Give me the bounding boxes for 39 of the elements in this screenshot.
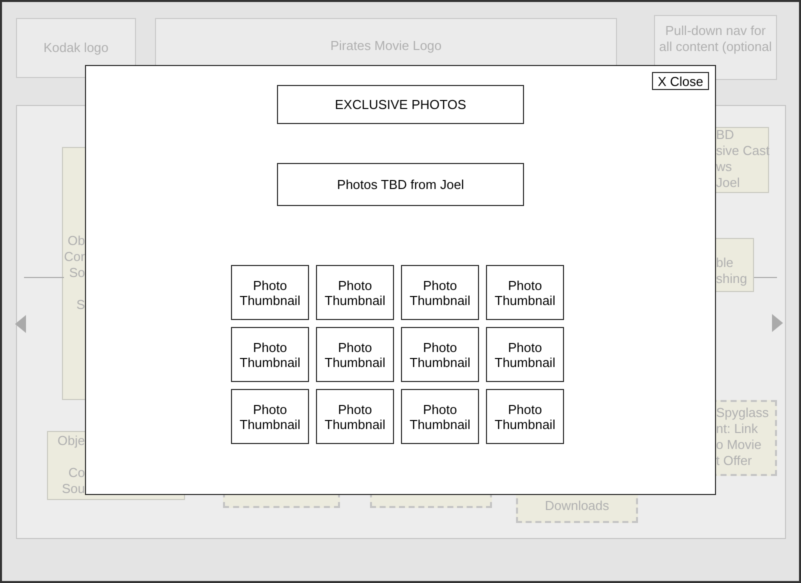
photo-thumbnail[interactable]: Photo Thumbnail — [486, 327, 564, 382]
photo-thumbnail[interactable]: Photo Thumbnail — [486, 265, 564, 320]
box-label: BD — [716, 127, 734, 143]
photo-thumbnail[interactable]: Photo Thumbnail — [231, 389, 309, 444]
box-label: Co — [68, 465, 85, 481]
photo-thumbnail[interactable]: Photo Thumbnail — [316, 327, 394, 382]
box-label: t Offer — [716, 453, 752, 469]
box-label: So — [69, 265, 85, 281]
photo-thumbnail[interactable]: Photo Thumbnail — [401, 389, 479, 444]
close-button[interactable]: X Close — [652, 72, 709, 90]
photo-thumbnail[interactable]: Photo Thumbnail — [486, 389, 564, 444]
box-label: all content (optional — [659, 39, 772, 55]
box-label: Downloads — [544, 498, 610, 514]
box-label: Cor — [64, 249, 85, 265]
box-label: Pull-down nav for — [665, 23, 766, 39]
photo-thumbnail[interactable]: Photo Thumbnail — [316, 389, 394, 444]
left-arrow-icon[interactable] — [15, 315, 26, 333]
box-label: Joel — [716, 175, 740, 191]
box-label: nt: Link — [716, 421, 758, 437]
box-label: sive Cast — [716, 143, 770, 159]
photo-thumbnail[interactable]: Photo Thumbnail — [231, 265, 309, 320]
box-label: Obje — [58, 433, 85, 449]
box-label: ble — [716, 255, 734, 271]
box-label: Kodak logo — [43, 40, 109, 56]
right-arrow-icon[interactable] — [772, 314, 783, 332]
box-label: shing — [716, 271, 748, 287]
section-title: EXCLUSIVE PHOTOS — [277, 85, 524, 124]
box-label: ws — [716, 159, 732, 175]
photo-thumbnail[interactable]: Photo Thumbnail — [316, 265, 394, 320]
box-label: Sou — [62, 481, 85, 497]
box-label: S — [76, 297, 85, 313]
photo-thumbnail[interactable]: Photo Thumbnail — [401, 327, 479, 382]
box-label: Ob — [68, 233, 85, 249]
box-label: o Movie — [716, 437, 762, 453]
box-label: Pirates Movie Logo — [330, 38, 442, 54]
photo-thumbnail[interactable]: Photo Thumbnail — [231, 327, 309, 382]
placeholder-note: Photos TBD from Joel — [277, 163, 524, 206]
photo-thumbnail[interactable]: Photo Thumbnail — [401, 265, 479, 320]
box-label: Spyglass — [716, 405, 769, 421]
